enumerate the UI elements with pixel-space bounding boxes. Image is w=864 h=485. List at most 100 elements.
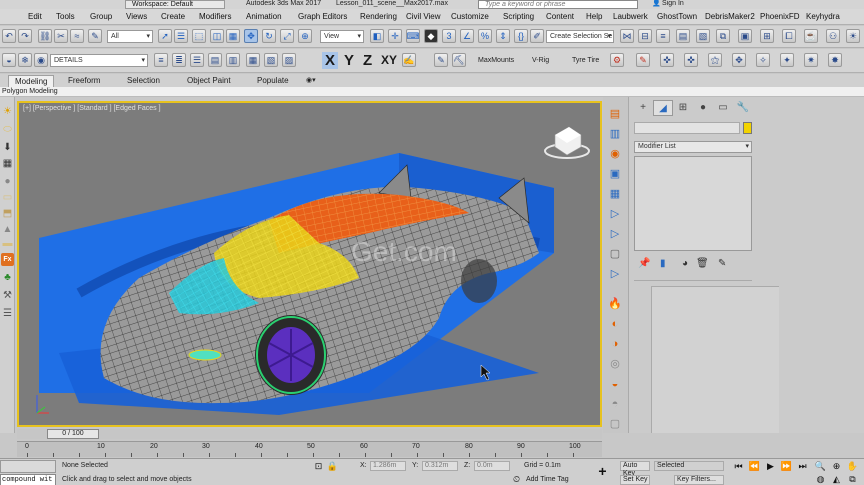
menu-item-ghosttown[interactable]: GhostTown — [657, 12, 697, 21]
play-icon[interactable]: ▶ — [764, 460, 777, 472]
polygon-modeling-label[interactable]: Polygon Modeling — [2, 87, 58, 96]
hierarchy-tab-icon[interactable]: ⊞ — [673, 100, 693, 116]
add-to-layer-icon[interactable]: ≣ — [172, 53, 186, 67]
scene-explorer-icon[interactable]: ▤ — [676, 29, 690, 43]
cylinder-icon[interactable]: ⬒ — [1, 207, 14, 220]
axis-y-button[interactable]: Y — [344, 52, 354, 69]
plugin-e-icon[interactable]: ✧ — [756, 53, 770, 67]
selection-filter-dropdown[interactable]: All — [107, 30, 153, 43]
render-production-icon[interactable]: ☕ — [804, 29, 818, 43]
named-selection-icon[interactable]: ✐ — [530, 29, 544, 43]
maxmounts-label[interactable]: MaxMounts — [478, 57, 514, 64]
menu-item-animation[interactable]: Animation — [246, 12, 282, 21]
maximize-viewport-icon[interactable]: ⧉ — [846, 473, 859, 485]
plugin-c-icon[interactable]: ⚝ — [708, 53, 722, 67]
tool-a-icon[interactable]: ▤ — [607, 107, 623, 121]
next-frame-icon[interactable]: ⏩ — [780, 460, 793, 472]
maxmounts-icon[interactable]: ✎ — [434, 53, 448, 67]
mirror-icon[interactable]: ⋈ — [620, 29, 634, 43]
time-slider[interactable]: 0 / 100 — [17, 429, 602, 439]
tool-i-icon[interactable]: ▷ — [607, 267, 623, 281]
maxscript-listener-top[interactable] — [0, 460, 56, 473]
spinner-snap-icon[interactable]: ⇕ — [496, 29, 510, 43]
select-manipulate-icon[interactable]: ✛ — [388, 29, 402, 43]
bind-icon[interactable]: ✎ — [88, 29, 102, 43]
key-mode-dropdown[interactable]: Selected — [654, 461, 724, 471]
show-end-result-icon[interactable]: ▮ — [660, 257, 666, 271]
add-key-icon[interactable]: + — [596, 464, 609, 478]
display-tab-icon[interactable]: ▭ — [713, 100, 733, 116]
curve-editor-icon[interactable]: ▧ — [696, 29, 710, 43]
menu-item-create[interactable]: Create — [161, 12, 185, 21]
plugin-f-icon[interactable]: ✦ — [780, 53, 794, 67]
layer-properties-icon[interactable]: ▥ — [226, 53, 240, 67]
tab-freeform[interactable]: Freeform — [62, 75, 106, 87]
keyboard-shortcut-override-icon[interactable]: ⌨ — [406, 29, 420, 43]
reference-coordinate-dropdown[interactable]: View — [320, 30, 364, 43]
fire-c-icon[interactable]: ◑ — [607, 337, 623, 351]
tab-object-paint[interactable]: Object Paint — [181, 75, 237, 87]
fire-icon[interactable]: 🔥 — [607, 297, 623, 311]
render-activeshade-icon[interactable]: ☀ — [846, 29, 860, 43]
redo-icon[interactable]: ↷ — [18, 29, 32, 43]
link-icon[interactable]: ⛓ — [38, 29, 52, 43]
time-tag-icon[interactable]: ⏲ — [510, 473, 523, 485]
layer-tools-icon[interactable]: ▨ — [282, 53, 296, 67]
object-name-field[interactable] — [634, 122, 740, 134]
key-filters-button[interactable]: Key Filters... — [674, 475, 724, 485]
tool-k-icon[interactable]: ◒ — [607, 377, 623, 391]
field-of-view-icon[interactable]: ◭ — [830, 473, 843, 485]
tab-modeling[interactable]: Modeling — [8, 75, 55, 87]
z-coordinate-field[interactable]: 0.0m — [474, 461, 510, 471]
user-icon[interactable]: 👤 — [652, 0, 661, 8]
time-slider-thumb[interactable]: 0 / 100 — [47, 429, 99, 439]
modify-tab-icon[interactable]: ◢ — [653, 100, 673, 116]
viewcube[interactable] — [544, 126, 590, 159]
track-bar[interactable]: 0 10 20 30 40 50 60 70 80 90 100 — [17, 441, 602, 457]
fire-b-icon[interactable]: ◐ — [607, 317, 623, 331]
modifier-list-dropdown[interactable]: Modifier List — [634, 141, 752, 153]
paint-select-icon[interactable]: ▦ — [226, 29, 240, 43]
axis-x-button[interactable]: X — [322, 52, 339, 69]
angle-snap-icon[interactable]: 3 — [442, 29, 456, 43]
edit-named-selection-icon[interactable]: {} — [514, 29, 528, 43]
menu-item-rendering[interactable]: Rendering — [360, 12, 397, 21]
search-input[interactable]: Type a keyword or phrase — [478, 0, 638, 9]
rendered-frame-window-icon[interactable]: ⧠ — [782, 29, 796, 43]
tool-b-icon[interactable]: ▥ — [607, 127, 623, 141]
auto-key-button[interactable]: Auto Key — [620, 461, 650, 477]
workspace-selector[interactable]: Workspace: Default — [125, 0, 225, 9]
menu-item-views[interactable]: Views — [126, 12, 147, 21]
list-icon[interactable]: ☰ — [1, 307, 14, 320]
isolate-selection-icon[interactable]: ⊡ — [312, 460, 325, 472]
angle-snap-toggle-icon[interactable]: ∠ — [460, 29, 474, 43]
tool-j-icon[interactable]: ◎ — [607, 357, 623, 371]
ribbon-options-icon[interactable]: ◉▾ — [300, 75, 322, 87]
orbit-icon[interactable]: ◍ — [814, 473, 827, 485]
vrig-label[interactable]: V-Rig — [532, 57, 549, 64]
plugin-d-icon[interactable]: ✥ — [732, 53, 746, 67]
menu-item-group[interactable]: Group — [90, 12, 112, 21]
tree-icon[interactable]: ♣ — [1, 271, 14, 284]
go-to-start-icon[interactable]: ⏮ — [732, 460, 745, 472]
pivot-center-icon[interactable]: ◧ — [370, 29, 384, 43]
menu-item-laubwerk[interactable]: Laubwerk — [613, 12, 648, 21]
select-move-icon[interactable]: ✥ — [244, 29, 258, 43]
tool-e-icon[interactable]: ▦ — [607, 187, 623, 201]
tab-selection[interactable]: Selection — [121, 75, 166, 87]
set-current-layer-icon[interactable]: ▤ — [208, 53, 222, 67]
layer-list-icon[interactable]: ▦ — [246, 53, 260, 67]
maxscript-mini-listener[interactable]: compound wit — [0, 474, 56, 485]
plugin-a-icon[interactable]: ✜ — [660, 53, 674, 67]
percent-snap-icon[interactable]: % — [478, 29, 492, 43]
plane-icon[interactable]: ▬ — [1, 237, 14, 250]
select-by-name-icon[interactable]: ☰ — [174, 29, 188, 43]
menu-item-edit[interactable]: Edit — [28, 12, 42, 21]
pan-icon[interactable]: ✋ — [846, 460, 859, 472]
tool-d-icon[interactable]: ▣ — [607, 167, 623, 181]
pin-stack-icon[interactable]: 📌 — [638, 257, 650, 271]
utilities-tab-icon[interactable]: 🔧 — [733, 100, 753, 116]
snaps-toggle-icon[interactable]: ◆ — [424, 29, 438, 43]
perspective-viewport[interactable]: Get.com [+] [Perspective ] [Standard ] [… — [17, 101, 602, 427]
menu-item-tools[interactable]: Tools — [56, 12, 75, 21]
